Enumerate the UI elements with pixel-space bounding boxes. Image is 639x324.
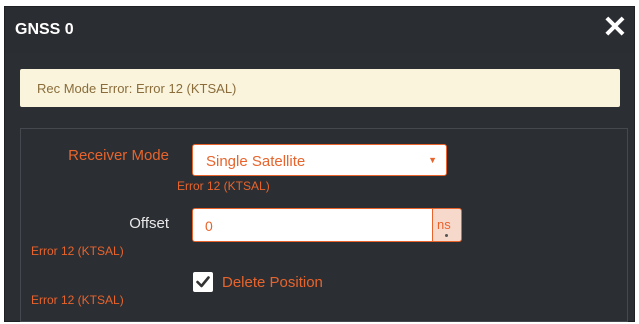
alert-message: Rec Mode Error: Error 12 (KTSAL)	[37, 81, 237, 96]
delete-position-label[interactable]: Delete Position	[222, 274, 323, 291]
unit-dot	[445, 234, 448, 237]
delete-position-checkbox[interactable]	[193, 272, 213, 292]
offset-unit: ns	[437, 217, 451, 232]
offset-value: 0	[205, 218, 213, 234]
gnss-dialog: GNSS 0 ✕ Rec Mode Error: Error 12 (KTSAL…	[4, 6, 635, 322]
error-alert: Rec Mode Error: Error 12 (KTSAL)	[20, 69, 620, 107]
chevron-down-icon: ▼	[428, 155, 437, 165]
offset-label: Offset	[129, 215, 169, 232]
receiver-mode-value: Single Satellite	[206, 153, 306, 170]
delete-position-error: Error 12 (KTSAL)	[31, 293, 124, 307]
receiver-mode-select[interactable]: Single Satellite ▼	[192, 144, 447, 176]
checkmark-icon	[196, 276, 210, 288]
close-icon[interactable]: ✕	[602, 13, 628, 43]
receiver-mode-label: Receiver Mode	[68, 147, 169, 164]
offset-unit-addon: ns	[432, 208, 462, 242]
dialog-titlebar: GNSS 0 ✕	[5, 7, 634, 53]
dialog-title: GNSS 0	[15, 21, 74, 38]
offset-error: Error 12 (KTSAL)	[31, 244, 124, 258]
offset-input[interactable]: 0	[192, 208, 432, 242]
receiver-mode-error: Error 12 (KTSAL)	[177, 179, 270, 193]
